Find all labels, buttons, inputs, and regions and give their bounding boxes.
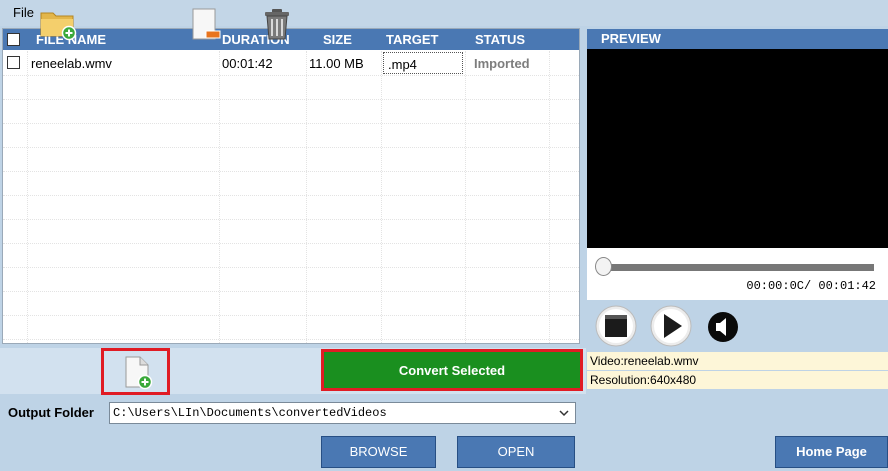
output-folder-path: C:\Users\LIn\Documents\convertedVideos <box>113 406 387 420</box>
grid-line <box>3 99 579 100</box>
grid-line <box>3 195 579 196</box>
browse-button[interactable]: BROWSE <box>321 436 436 468</box>
column-target[interactable]: TARGET <box>386 32 438 47</box>
remove-item-icon <box>192 8 221 40</box>
seek-slider-thumb[interactable] <box>595 257 612 276</box>
playback-time: 00:00:0C/ 00:01:42 <box>746 279 876 293</box>
grid-line <box>3 315 579 316</box>
folder-add-icon <box>40 12 77 41</box>
grid-line <box>381 51 382 343</box>
grid-line <box>3 291 579 292</box>
row-status: Imported <box>474 56 530 71</box>
grid-line <box>3 171 579 172</box>
grid-line <box>549 51 550 343</box>
chevron-down-icon[interactable] <box>558 407 570 419</box>
column-status[interactable]: STATUS <box>475 32 525 47</box>
preview-screen <box>587 49 888 248</box>
resolution-info: Resolution:640x480 <box>587 371 888 389</box>
remove-file-button[interactable] <box>172 2 238 46</box>
output-folder-combo[interactable]: C:\Users\LIn\Documents\convertedVideos <box>109 402 576 424</box>
grid-line <box>3 267 579 268</box>
grid-line <box>3 123 579 124</box>
table-row[interactable]: reneelab.wmv 00:01:42 11.00 MB .mp4 Impo… <box>3 51 579 75</box>
add-folder-button[interactable] <box>25 2 91 46</box>
grid-line <box>465 51 466 343</box>
grid-line <box>3 243 579 244</box>
grid-line <box>3 339 579 340</box>
open-button[interactable]: OPEN <box>457 436 575 468</box>
trash-icon <box>265 9 289 40</box>
home-page-button[interactable]: Home Page <box>775 436 888 468</box>
grid-line <box>3 219 579 220</box>
add-file-button[interactable] <box>101 348 170 395</box>
seek-panel: 00:00:0C/ 00:01:42 <box>587 248 888 300</box>
video-info: Video:reneelab.wmv <box>587 352 888 370</box>
volume-button[interactable] <box>707 311 739 343</box>
delete-button[interactable] <box>244 2 310 46</box>
select-all-checkbox[interactable] <box>7 33 20 46</box>
menu-bar: File <box>0 0 888 26</box>
grid-line <box>219 51 220 343</box>
grid-line <box>3 75 579 76</box>
convert-selected-label: Convert Selected <box>398 363 506 378</box>
convert-selected-button[interactable]: Convert Selected <box>321 349 583 391</box>
row-size: 11.00 MB <box>309 56 364 71</box>
file-add-icon <box>125 356 152 389</box>
grid-line <box>27 51 28 343</box>
row-file-name: reneelab.wmv <box>31 56 112 71</box>
output-folder-label: Output Folder <box>8 405 94 420</box>
row-checkbox[interactable] <box>7 56 20 69</box>
row-duration: 00:01:42 <box>222 56 273 71</box>
play-button[interactable] <box>650 305 692 347</box>
stop-button[interactable] <box>595 305 637 347</box>
column-size[interactable]: SIZE <box>323 32 352 47</box>
file-list: FILE NAME DURATION SIZE TARGET STATUS re… <box>2 28 580 344</box>
row-target-select[interactable]: .mp4 <box>383 52 463 74</box>
grid-line <box>306 51 307 343</box>
preview-title: PREVIEW <box>587 29 888 49</box>
grid-line <box>3 147 579 148</box>
seek-track[interactable] <box>601 264 874 271</box>
